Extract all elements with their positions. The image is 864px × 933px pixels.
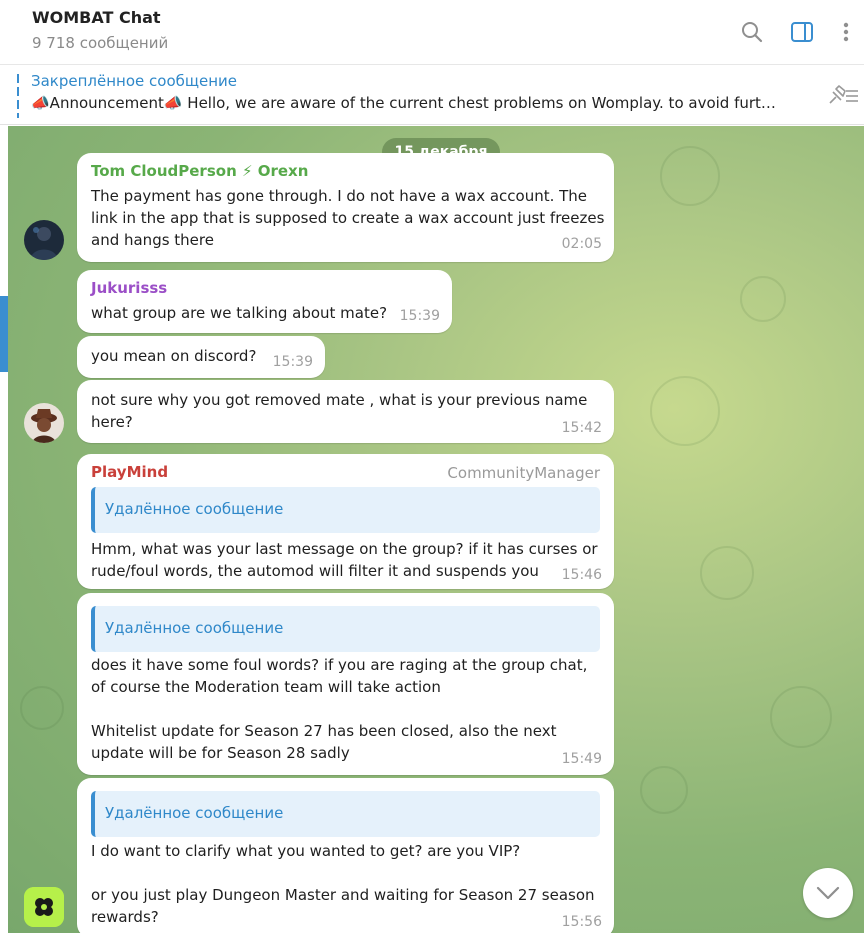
- reply-quote[interactable]: Удалённое сообщение: [91, 487, 600, 533]
- message-text: The payment has gone through. I do not h…: [91, 187, 605, 249]
- background-doodle: [700, 546, 754, 600]
- background-doodle: [640, 766, 688, 814]
- message-time: 15:49: [561, 751, 602, 767]
- message-text: I do want to clarify what you wanted to …: [91, 842, 595, 926]
- message-text: does it have some foul words? if you are…: [91, 656, 588, 762]
- message-bubble[interactable]: not sure why you got removed mate , what…: [77, 380, 614, 443]
- sender-name[interactable]: Tom CloudPerson ⚡ Orexn: [91, 162, 308, 180]
- chat-title[interactable]: WOMBAT Chat: [32, 8, 161, 27]
- reply-text: Удалённое сообщение: [105, 619, 284, 637]
- reply-text: Удалённое сообщение: [105, 500, 284, 518]
- message-bubble[interactable]: Jukurisss what group are we talking abou…: [77, 270, 452, 333]
- reply-quote[interactable]: Удалённое сообщение: [91, 791, 600, 837]
- avatar[interactable]: [24, 403, 64, 443]
- background-doodle: [770, 686, 832, 748]
- sender-name[interactable]: PlayMind: [91, 463, 168, 481]
- message-time: 02:05: [561, 236, 602, 252]
- pinned-message-bar[interactable]: Закреплённое сообщение 📣Announcement📣 He…: [0, 66, 864, 125]
- message-text: you mean on discord?: [91, 347, 257, 365]
- chat-history[interactable]: 15 декабря Tom CloudPerson ⚡ Orexn The p…: [0, 126, 864, 933]
- more-vertical-icon[interactable]: [832, 18, 860, 46]
- background-doodle: [20, 686, 64, 730]
- pinned-title: Закреплённое сообщение: [31, 72, 238, 90]
- chevron-down-icon: [816, 886, 840, 900]
- message-time: 15:46: [561, 567, 602, 583]
- sidebar-toggle-icon[interactable]: [788, 18, 816, 46]
- message-bubble[interactable]: PlayMind CommunityManager Удалённое сооб…: [77, 454, 614, 589]
- background-doodle: [660, 146, 720, 206]
- background-doodle: [650, 376, 720, 446]
- member-message-count: 9 718 сообщений: [32, 34, 169, 52]
- search-icon[interactable]: [738, 18, 766, 46]
- message-text: what group are we talking about mate?: [91, 304, 388, 322]
- message-bubble[interactable]: Удалённое сообщение I do want to clarify…: [77, 778, 614, 933]
- background-doodle: [740, 276, 786, 322]
- avatar[interactable]: [24, 887, 64, 927]
- message-text: Hmm, what was your last message on the g…: [91, 540, 598, 580]
- reply-text: Удалённое сообщение: [105, 804, 284, 822]
- message-bubble[interactable]: Удалённое сообщение does it have some fo…: [77, 593, 614, 775]
- reply-quote[interactable]: Удалённое сообщение: [91, 606, 600, 652]
- scroll-to-bottom-button[interactable]: [803, 868, 853, 918]
- message-time: 15:56: [561, 914, 602, 930]
- pinned-text: 📣Announcement📣 Hello, we are aware of th…: [31, 94, 776, 112]
- avatar[interactable]: [24, 220, 64, 260]
- message-time: 15:42: [561, 420, 602, 436]
- chat-header: WOMBAT Chat 9 718 сообщений: [0, 0, 864, 65]
- message-bubble[interactable]: Tom CloudPerson ⚡ Orexn The payment has …: [77, 153, 614, 262]
- message-bubble[interactable]: you mean on discord? 15:39: [77, 336, 325, 378]
- message-time: 15:39: [272, 354, 313, 370]
- member-role: CommunityManager: [447, 464, 600, 482]
- pin-list-icon[interactable]: [826, 83, 860, 107]
- pinned-indicator: [17, 74, 19, 118]
- sender-name[interactable]: Jukurisss: [91, 279, 167, 297]
- message-text: not sure why you got removed mate , what…: [91, 391, 588, 431]
- left-edge: [0, 126, 8, 933]
- message-time: 15:39: [399, 308, 440, 324]
- left-active-indicator: [0, 296, 8, 372]
